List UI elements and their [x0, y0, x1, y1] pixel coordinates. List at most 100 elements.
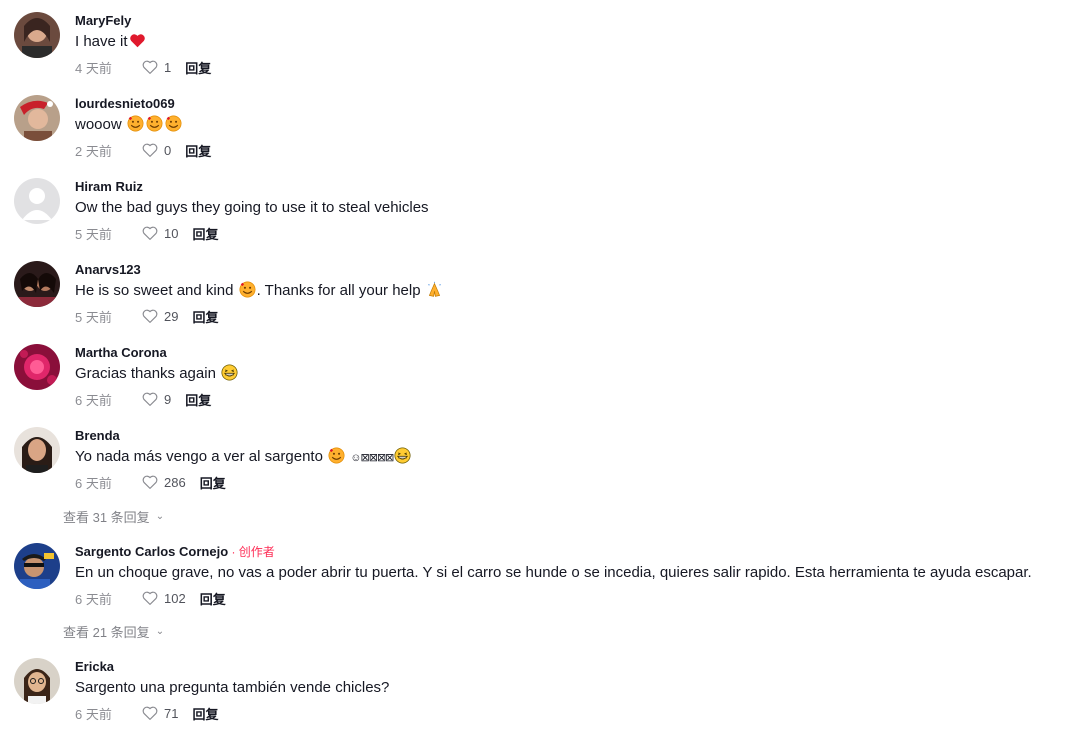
- comment-text: Gracias thanks again: [75, 363, 1080, 385]
- like-count: 9: [164, 391, 172, 407]
- avatar[interactable]: [14, 95, 60, 141]
- like-count: 29: [164, 308, 179, 324]
- like-button[interactable]: 71: [141, 704, 178, 722]
- comment-username[interactable]: Sargento Carlos Cornejo · 创作者: [75, 543, 1080, 561]
- reply-button[interactable]: 回复: [192, 307, 218, 326]
- comment-text-content: I have it: [75, 33, 128, 50]
- comment-item: lourdesnieto069 wooow 2 天前 0 回复: [14, 95, 1080, 175]
- smiling-hearts-emoji-icon: [165, 115, 182, 132]
- comment-time: 6 天前: [75, 392, 112, 408]
- heart-outline-icon: [142, 309, 158, 323]
- comment-item: Ericka Sargento una pregunta también ven…: [14, 658, 1080, 738]
- comment-item: Martha Corona Gracias thanks again 6 天前 …: [14, 344, 1080, 424]
- comment-meta: 6 天前 71 回复: [75, 703, 1080, 723]
- comment-meta: 5 天前 29 回复: [75, 306, 1080, 326]
- unrendered-glyphs: ☺⊠⊠⊠⊠: [350, 452, 394, 464]
- avatar[interactable]: [14, 12, 60, 58]
- reply-button[interactable]: 回复: [192, 224, 218, 243]
- like-count: 71: [164, 705, 179, 721]
- like-button[interactable]: 286: [141, 473, 186, 491]
- comment-text: Ow the bad guys they going to use it to …: [75, 199, 429, 216]
- reply-button[interactable]: 回复: [200, 473, 226, 492]
- comment-text-content: Gracias thanks again: [75, 365, 216, 382]
- comment-text: He is so sweet and kind . Thanks for all…: [75, 280, 1080, 302]
- comment-time: 6 天前: [75, 475, 112, 491]
- comment-text-content: Yo nada más vengo a ver al sargento: [75, 448, 323, 465]
- comment-time: 5 天前: [75, 309, 112, 325]
- comment-text: Yo nada más vengo a ver al sargento ☺⊠⊠⊠…: [75, 446, 1080, 468]
- reply-button[interactable]: 回复: [185, 58, 211, 77]
- comment-text-content: . Thanks for all your help: [256, 282, 421, 299]
- reply-button[interactable]: 回复: [185, 390, 211, 409]
- like-count: 286: [164, 474, 186, 490]
- comment-username[interactable]: lourdesnieto069: [75, 95, 1080, 113]
- comment-meta: 6 天前 286 回复: [75, 472, 1080, 492]
- comment-username-text: Sargento Carlos Cornejo: [75, 544, 229, 559]
- heart-outline-icon: [142, 706, 158, 720]
- like-button[interactable]: 10: [141, 224, 178, 242]
- heart-outline-icon: [142, 143, 158, 157]
- heart-outline-icon: [142, 392, 158, 406]
- comment-item: MaryFely I have it 4 天前 1 回复: [14, 12, 1080, 92]
- comment-meta: 4 天前 1 回复: [75, 57, 1080, 77]
- comment-meta: 2 天前 0 回复: [75, 140, 1080, 160]
- smiling-hearts-emoji-icon: [328, 447, 345, 464]
- comment-time: 4 天前: [75, 60, 112, 76]
- like-button[interactable]: 1: [141, 58, 171, 76]
- comment-username[interactable]: MaryFely: [75, 12, 1080, 30]
- like-button[interactable]: 0: [141, 141, 171, 159]
- smiling-hearts-emoji-icon: [146, 115, 163, 132]
- reply-button[interactable]: 回复: [200, 589, 226, 608]
- avatar[interactable]: [14, 178, 60, 224]
- comment-text: Sargento una pregunta también vende chic…: [75, 679, 390, 696]
- view-replies-label: 查看 31 条回复: [63, 510, 150, 525]
- view-replies-label: 查看 21 条回复: [63, 625, 150, 640]
- comment-time: 2 天前: [75, 143, 112, 159]
- like-count: 102: [164, 590, 186, 606]
- avatar[interactable]: [14, 344, 60, 390]
- reply-button[interactable]: 回复: [192, 704, 218, 723]
- red-heart-emoji-icon: [129, 32, 146, 49]
- comment-text-content: He is so sweet and kind: [75, 282, 234, 299]
- heart-outline-icon: [142, 591, 158, 605]
- heart-outline-icon: [142, 475, 158, 489]
- comment-username[interactable]: Ericka: [75, 658, 1080, 676]
- comment-text: En un choque grave, no vas a poder abrir…: [75, 564, 1032, 581]
- like-button[interactable]: 102: [141, 589, 186, 607]
- like-count: 0: [164, 142, 172, 158]
- comment-text: I have it: [75, 31, 1080, 53]
- comment-meta: 6 天前 102 回复: [75, 588, 1080, 608]
- avatar[interactable]: [14, 658, 60, 704]
- like-button[interactable]: 9: [141, 390, 171, 408]
- comment-time: 6 天前: [75, 706, 112, 722]
- heart-outline-icon: [142, 60, 158, 74]
- comment-item: Brenda Yo nada más vengo a ver al sargen…: [14, 427, 1080, 507]
- comment-item: Anarvs123 He is so sweet and kind . Than…: [14, 261, 1080, 341]
- reply-button[interactable]: 回复: [185, 141, 211, 160]
- comment-username[interactable]: Brenda: [75, 427, 1080, 445]
- comment-username[interactable]: Anarvs123: [75, 261, 1080, 279]
- chevron-down-icon: ⌄: [155, 626, 165, 637]
- comment-time: 6 天前: [75, 591, 112, 607]
- like-count: 10: [164, 225, 179, 241]
- grinning-squint-emoji-icon: [394, 447, 411, 464]
- smiling-hearts-emoji-icon: [239, 281, 256, 298]
- view-replies-button[interactable]: 查看 21 条回复 ⌄: [63, 622, 164, 641]
- chevron-down-icon: ⌄: [155, 511, 165, 522]
- comment-username[interactable]: Martha Corona: [75, 344, 1080, 362]
- comment-text: wooow: [75, 114, 1080, 136]
- smiling-hearts-emoji-icon: [127, 115, 144, 132]
- like-count: 1: [164, 59, 172, 75]
- comment-item: Sargento Carlos Cornejo · 创作者 En un choq…: [14, 543, 1080, 623]
- avatar[interactable]: [14, 427, 60, 473]
- avatar[interactable]: [14, 261, 60, 307]
- like-button[interactable]: 29: [141, 307, 178, 325]
- heart-outline-icon: [142, 226, 158, 240]
- comment-time: 5 天前: [75, 226, 112, 242]
- comment-meta: 5 天前 10 回复: [75, 223, 1080, 243]
- creator-badge: · 创作者: [228, 545, 275, 559]
- comment-item: Hiram Ruiz Ow the bad guys they going to…: [14, 178, 1080, 258]
- comment-username[interactable]: Hiram Ruiz: [75, 178, 1080, 196]
- avatar[interactable]: [14, 543, 60, 589]
- view-replies-button[interactable]: 查看 31 条回复 ⌄: [63, 507, 164, 526]
